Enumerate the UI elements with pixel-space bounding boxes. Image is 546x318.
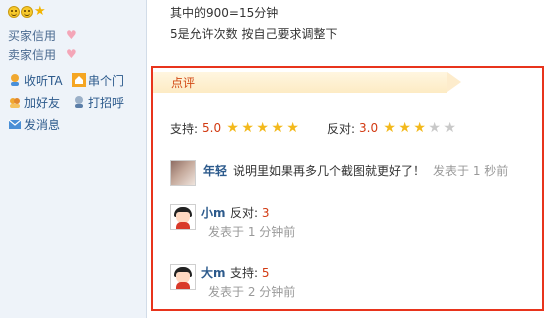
comment-user[interactable]: 小m: [201, 204, 226, 221]
star-filled-icon: ★: [398, 120, 411, 136]
smiley-icon: [21, 6, 33, 18]
star-filled-icon: ★: [413, 120, 426, 136]
comment-user[interactable]: 大m: [201, 264, 226, 281]
comment-time: 发表于 1 秒前: [433, 164, 509, 178]
star-empty-icon: ★: [428, 120, 441, 136]
avatar[interactable]: [170, 204, 196, 230]
avatar[interactable]: [170, 160, 196, 186]
greet-icon: [72, 95, 86, 109]
buyer-credit-label: 买家信用: [8, 28, 57, 43]
oppose-value: 3.0: [359, 121, 379, 135]
star-filled-icon: ★: [226, 120, 239, 136]
comment-user[interactable]: 年轻: [203, 162, 227, 179]
follow-button[interactable]: 收听TA: [8, 72, 63, 88]
buyer-credit: 买家信用 ♥: [8, 27, 77, 43]
avatar-shirt: [176, 222, 190, 229]
star-filled-icon: ★: [271, 120, 284, 136]
vote-label: 反对:: [230, 206, 259, 220]
add-friend-icon: [8, 95, 22, 109]
vote-value: 3: [261, 206, 270, 220]
avatar-shirt: [176, 282, 190, 289]
greet-button[interactable]: 打招呼: [72, 94, 124, 110]
seller-credit: 卖家信用 ♥: [8, 46, 77, 62]
home-icon: [72, 73, 86, 87]
oppose-score: 反对: 3.0 ★ ★ ★ ★ ★: [327, 120, 457, 136]
seller-credit-label: 卖家信用: [8, 47, 57, 62]
page: ★ 买家信用 ♥ 卖家信用 ♥ 收听TA 串个门 加好友 打招呼 发消息 其中的…: [0, 0, 546, 318]
listen-icon: [8, 73, 22, 87]
follow-label: 收听TA: [24, 73, 63, 88]
support-score: 支持: 5.0 ★ ★ ★ ★ ★: [170, 120, 300, 136]
send-message-button[interactable]: 发消息: [8, 116, 60, 132]
post-text-line: 5是允许次数 按自己要求调整下: [170, 27, 338, 41]
comment-text: 说明里如果再多几个截图就更好了！: [233, 164, 426, 178]
heart-icon: ♥: [66, 28, 77, 42]
mail-icon: [8, 117, 22, 131]
user-level-icons: ★: [8, 4, 46, 20]
support-label: 支持:: [170, 121, 199, 136]
visit-button[interactable]: 串个门: [72, 72, 124, 88]
user-sidebar: ★ 买家信用 ♥ 卖家信用 ♥ 收听TA 串个门 加好友 打招呼 发消息: [0, 0, 147, 318]
comment-vote: 反对: 3: [230, 204, 270, 221]
star-filled-icon: ★: [286, 120, 299, 136]
smiley-icon: [8, 6, 20, 18]
star-filled-icon: ★: [256, 120, 269, 136]
star-empty-icon: ★: [443, 120, 456, 136]
comment-vote: 支持: 5: [230, 264, 270, 281]
star-filled-icon: ★: [383, 120, 396, 136]
support-value: 5.0: [202, 121, 222, 135]
add-friend-label: 加好友: [24, 95, 61, 110]
review-title: 点评: [171, 76, 196, 90]
star-icon: ★: [34, 4, 46, 19]
comment-time: 发表于 1 分钟前: [208, 225, 296, 239]
vote-label: 支持:: [230, 266, 259, 280]
vote-value: 5: [261, 266, 270, 280]
oppose-stars: ★ ★ ★ ★ ★: [382, 121, 457, 135]
oppose-label: 反对:: [327, 121, 356, 136]
star-filled-icon: ★: [241, 120, 254, 136]
review-panel: 点评 支持: 5.0 ★ ★ ★ ★ ★ 反对: 3.0 ★ ★ ★ ★ ★ 年轻 说明里如果再…: [151, 66, 544, 311]
visit-label: 串个门: [88, 73, 125, 88]
send-message-label: 发消息: [24, 117, 61, 132]
heart-icon: ♥: [66, 47, 77, 61]
greet-label: 打招呼: [88, 95, 125, 110]
avatar[interactable]: [170, 264, 196, 290]
post-text-line: 其中的900=15分钟: [170, 6, 279, 20]
add-friend-button[interactable]: 加好友: [8, 94, 60, 110]
review-tab-arrow: [447, 72, 461, 92]
comment-time: 发表于 2 分钟前: [208, 285, 296, 299]
support-stars: ★ ★ ★ ★ ★: [225, 121, 300, 135]
review-tab-bar: [153, 72, 447, 93]
